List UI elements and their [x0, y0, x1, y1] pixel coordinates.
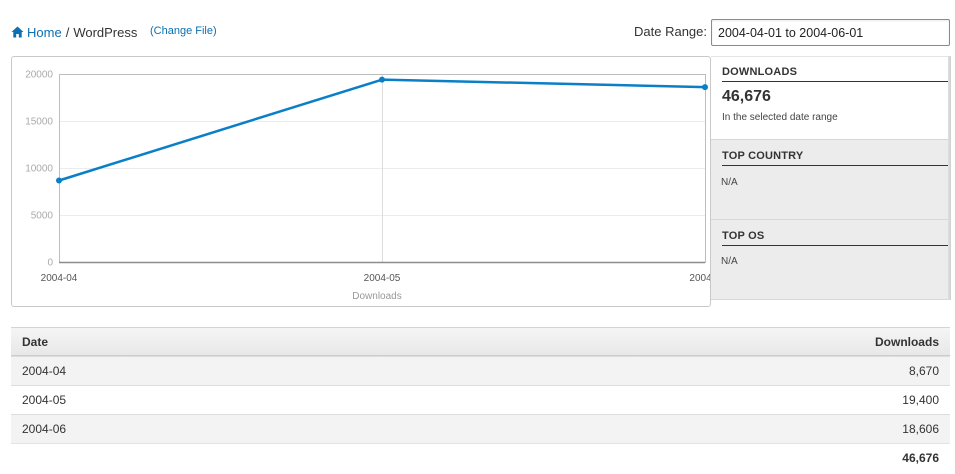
stat-divider	[722, 165, 949, 166]
downloads-table: Date Downloads 2004-04 8,670 2004-05 19,…	[11, 327, 950, 472]
data-point	[702, 84, 708, 91]
y-tick-label: 5000	[31, 211, 54, 222]
x-tick-label: 2004-0	[689, 273, 711, 284]
downloads-stat-value: 46,676	[722, 88, 771, 105]
column-header-date[interactable]: Date	[22, 335, 875, 349]
column-header-downloads[interactable]: Downloads	[875, 335, 939, 349]
x-tick-label: 2004-05	[364, 273, 401, 284]
chart-canvas: 0 5000 10000 15000 20000 2004-04 2004-05 2004-0…	[25, 70, 711, 303]
y-tick-label: 20000	[25, 70, 53, 81]
table-row: 2004-04 8,670	[11, 356, 950, 385]
downloads-stat-title: DOWNLOADS	[722, 66, 798, 78]
row-downloads: 8,670	[908, 364, 939, 378]
breadcrumb-current: WordPress	[73, 24, 138, 40]
row-downloads: 18,606	[902, 422, 939, 436]
change-file-link[interactable]: (Change File)	[150, 25, 217, 37]
total-downloads: 46,676	[902, 451, 939, 465]
home-link[interactable]: Home	[11, 25, 62, 40]
table-header: Date Downloads	[11, 327, 950, 356]
y-tick-label: 15000	[25, 117, 53, 128]
row-downloads: 19,400	[902, 393, 939, 407]
home-icon	[11, 26, 27, 38]
top-country-stat: TOP COUNTRY N/A	[711, 139, 951, 219]
x-axis-title: Downloads	[352, 291, 401, 302]
top-os-title: TOP OS	[722, 230, 765, 242]
x-tick-label: 2004-04	[41, 273, 78, 284]
data-point	[379, 76, 385, 83]
row-date: 2004-04	[22, 364, 67, 378]
top-country-title: TOP COUNTRY	[722, 150, 804, 162]
table-row: 2004-05 19,400	[11, 385, 950, 414]
stat-divider	[722, 81, 949, 82]
date-range-input[interactable]	[711, 19, 950, 46]
y-tick-label: 10000	[25, 164, 53, 175]
home-label: Home	[27, 24, 62, 40]
downloads-stat-subtitle: In the selected date range	[722, 112, 838, 123]
row-date: 2004-06	[22, 422, 67, 436]
downloads-stat: DOWNLOADS 46,676 In the selected date ra…	[711, 56, 951, 139]
breadcrumb-separator: /	[65, 24, 70, 40]
stats-panel-edge	[948, 56, 951, 300]
breadcrumb: Home / WordPress	[11, 24, 137, 40]
y-tick-label: 0	[47, 258, 53, 269]
data-point	[56, 177, 62, 184]
table-row: 2004-06 18,606	[11, 414, 950, 443]
top-os-stat: TOP OS N/A	[711, 219, 951, 300]
row-date: 2004-05	[22, 393, 67, 407]
stats-panel: DOWNLOADS 46,676 In the selected date ra…	[711, 56, 955, 300]
top-country-value: N/A	[721, 177, 738, 188]
stat-divider	[722, 245, 949, 246]
table-total-row: 46,676	[11, 443, 950, 472]
top-os-value: N/A	[721, 256, 738, 267]
date-range-label: Date Range:	[634, 24, 707, 39]
downloads-chart: 0 5000 10000 15000 20000 2004-04 2004-05 2004-0…	[11, 56, 711, 307]
